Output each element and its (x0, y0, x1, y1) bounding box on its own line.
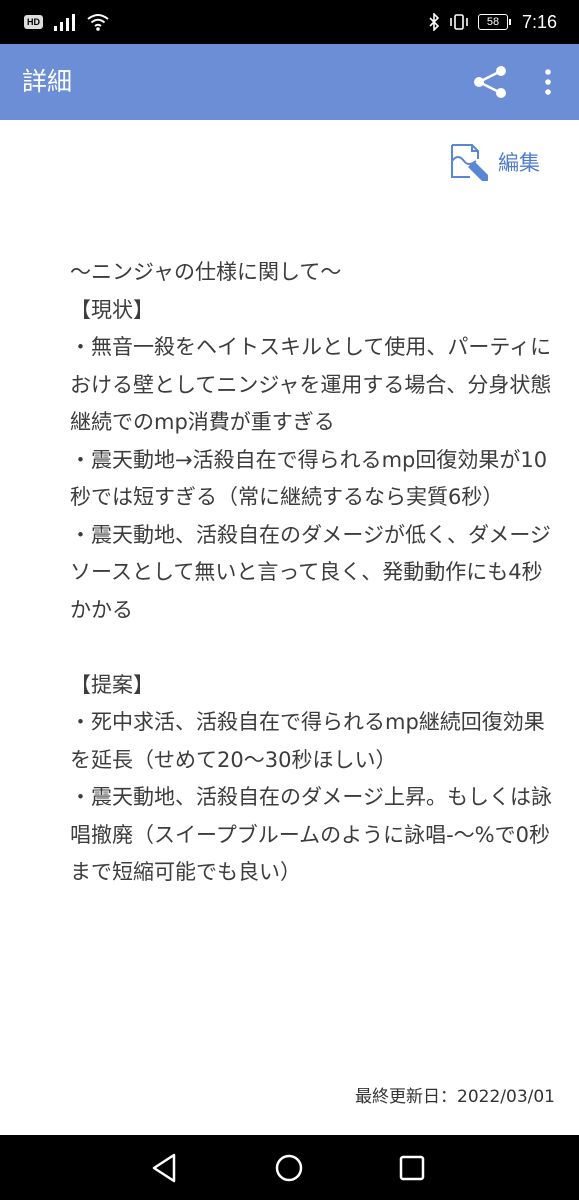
app-bar: 詳細 (0, 44, 579, 120)
battery-icon: 58 (477, 14, 511, 30)
share-icon[interactable] (470, 64, 510, 100)
bluetooth-icon (429, 13, 440, 31)
recents-square-icon[interactable] (393, 1149, 431, 1187)
back-triangle-icon[interactable] (146, 1149, 184, 1187)
edit-button[interactable]: 編集 (448, 140, 540, 184)
home-circle-icon[interactable] (270, 1149, 308, 1187)
page-title: 詳細 (22, 67, 73, 96)
status-bar: HD 58 7:16 (0, 0, 579, 44)
last-updated: 最終更新日：2022/03/01 (355, 1087, 555, 1107)
nav-bar (0, 1135, 579, 1200)
more-vert-icon[interactable] (536, 66, 560, 100)
hd-badge: HD (24, 15, 43, 29)
wifi-icon (87, 14, 109, 31)
edit-label: 編集 (498, 151, 540, 175)
post-body: 〜ニンジャの仕様に関して〜 【現状】 ・無音一殺をヘイトスキルとして使用、パーテ… (70, 260, 552, 884)
vibrate-icon (450, 14, 468, 30)
edit-note-icon (451, 144, 488, 181)
status-time: 7:16 (521, 11, 557, 32)
signal-icon (54, 14, 75, 31)
